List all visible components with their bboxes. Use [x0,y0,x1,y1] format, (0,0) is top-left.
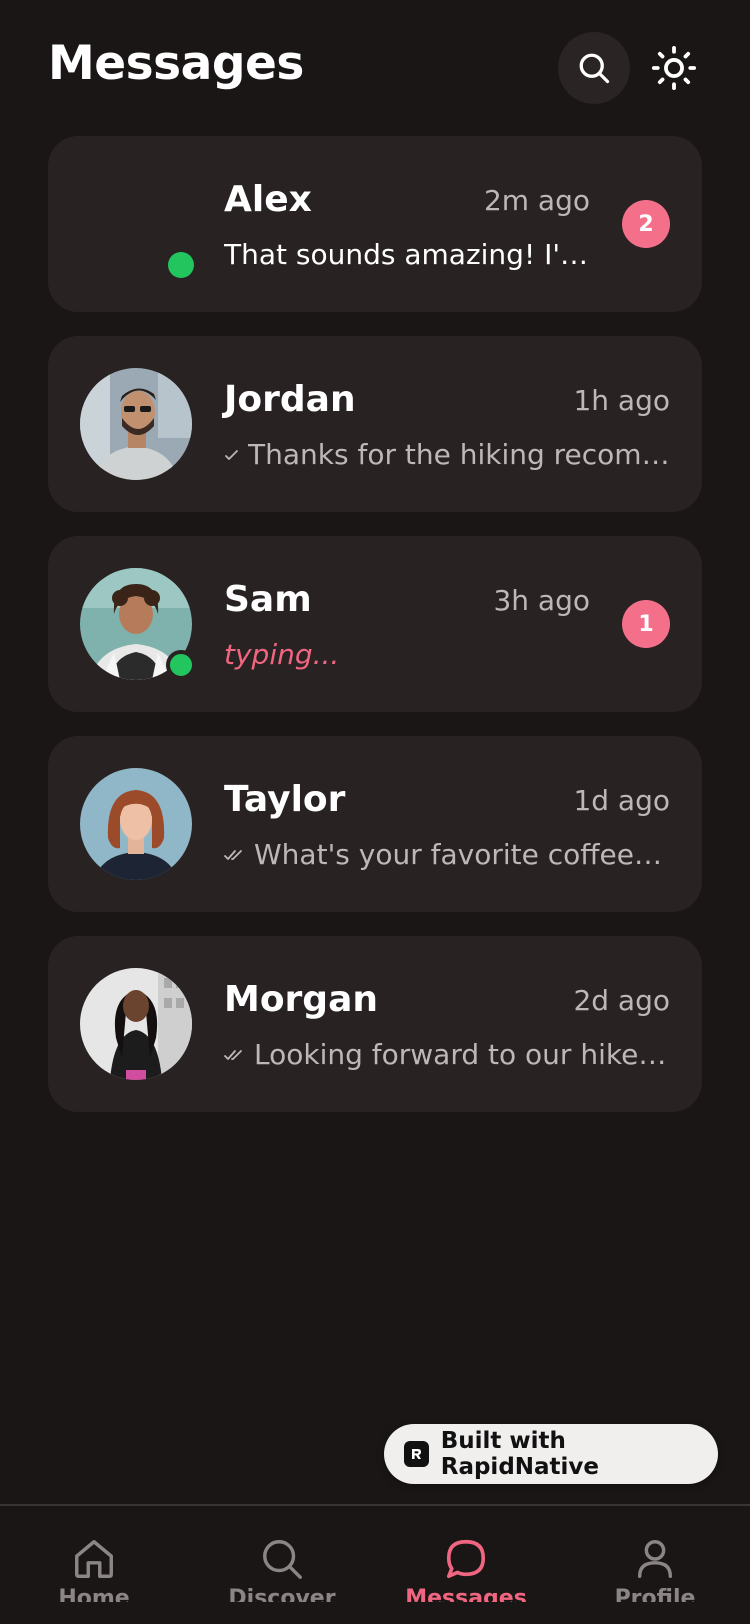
conversation-item-sam[interactable]: Sam 3h ago typing... 1 [48,536,702,712]
message-preview: That sounds amazing! I'd l... [224,238,590,272]
tab-home[interactable]: Home [34,1536,154,1602]
message-preview: What's your favorite coffee sp... [224,838,670,872]
contact-name: Sam [224,579,312,620]
tab-messages-label: Messages [405,1588,527,1602]
typing-indicator: typing... [224,638,339,672]
user-icon [637,1540,673,1578]
home-icon [75,1540,113,1578]
avatar-wrapper [80,768,192,880]
conversation-item-jordan[interactable]: Jordan 1h ago Thanks for the hiking reco… [48,336,702,512]
timestamp: 1d ago [573,784,670,817]
chat-bubble-icon [446,1539,486,1579]
tab-profile[interactable]: Profile [595,1536,715,1602]
message-preview-text: Looking forward to our hike t... [254,1038,670,1071]
contact-name: Jordan [224,379,356,420]
timestamp: 2m ago [483,184,590,217]
message-preview-text: Thanks for the hiking recomm... [248,438,670,471]
message-preview: Thanks for the hiking recomm... [224,438,670,472]
avatar-wrapper [80,968,192,1080]
unread-badge: 1 [622,600,670,648]
online-indicator [166,650,196,680]
tab-profile-label: Profile [614,1588,696,1602]
built-with-badge[interactable]: Built with RapidNative [384,1424,718,1484]
search-icon [263,1540,302,1579]
rapidnative-logo-icon [404,1441,429,1467]
avatar [80,168,194,280]
theme-toggle-button[interactable] [646,40,702,96]
page-title: Messages [48,36,304,91]
avatar [80,968,192,1080]
conversation-item-alex[interactable]: Alex 2m ago That sounds amazing! I'd l..… [48,136,702,312]
bottom-tab-bar: Home Discover Messages Profile [0,1504,750,1624]
message-preview-text: That sounds amazing! I'd l... [224,238,590,271]
message-preview-text: typing... [224,638,340,671]
tab-discover-label: Discover [228,1588,336,1602]
avatar [80,368,192,480]
tab-discover[interactable]: Discover [222,1536,342,1602]
check-icon [224,447,240,463]
header: Messages [48,30,702,106]
timestamp: 3h ago [493,584,590,617]
contact-name: Taylor [224,779,346,820]
message-preview-text: What's your favorite coffee sp... [254,838,670,871]
message-preview: Looking forward to our hike t... [224,1038,670,1072]
avatar-photo-icon [80,368,192,480]
double-check-icon [224,847,246,863]
unread-badge: 2 [622,200,670,248]
avatar-photo-icon [80,768,192,880]
tab-home-label: Home [58,1588,130,1602]
avatar-wrapper [80,368,192,480]
timestamp: 2d ago [573,984,670,1017]
conversation-item-morgan[interactable]: Morgan 2d ago Looking forward to our hik… [48,936,702,1112]
search-icon [579,53,610,84]
conversation-item-taylor[interactable]: Taylor 1d ago What's your favorite coffe… [48,736,702,912]
online-indicator [168,252,194,278]
timestamp: 1h ago [573,384,670,417]
contact-name: Morgan [224,979,379,1020]
avatar-photo-icon [80,968,192,1080]
search-button[interactable] [558,32,630,104]
sun-icon [651,45,697,91]
avatar-wrapper [80,568,196,680]
conversation-list: Alex 2m ago That sounds amazing! I'd l..… [48,136,702,1136]
contact-name: Alex [224,179,312,220]
messages-screen: Messages Alex 2m ago That sounds amazing… [0,0,750,1624]
avatar [80,768,192,880]
built-with-label: Built with RapidNative [440,1428,600,1480]
double-check-icon [224,1047,246,1063]
tab-messages[interactable]: Messages [405,1536,527,1602]
